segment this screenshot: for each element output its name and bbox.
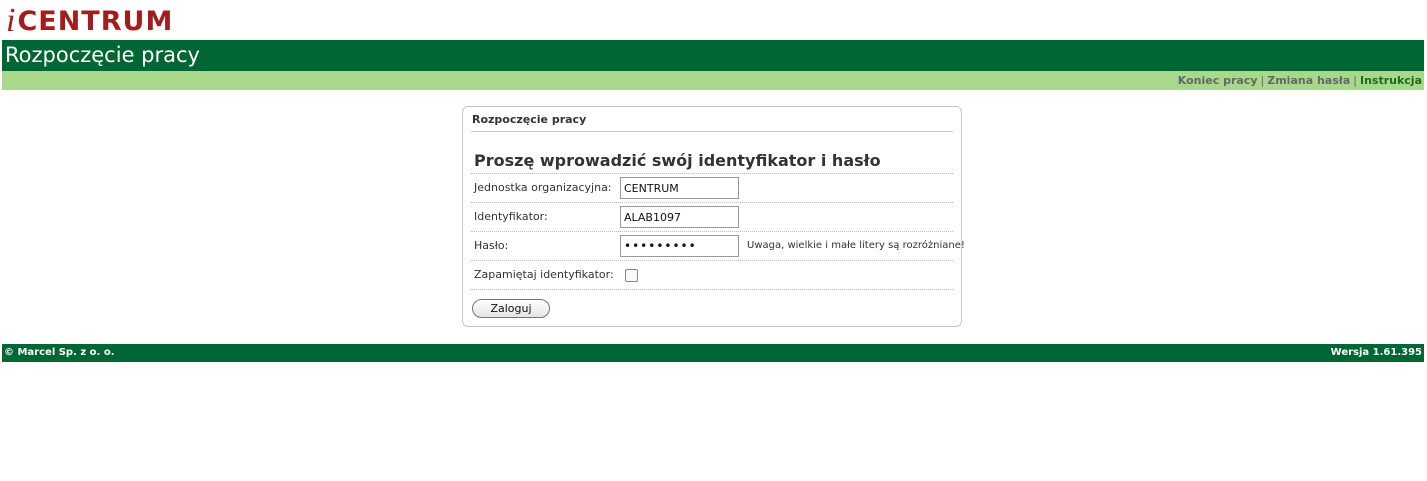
top-nav: Koniec pracy | Zmiana hasła | Instrukcja <box>2 71 1424 90</box>
nav-separator: | <box>1353 74 1357 87</box>
remember-row: Zapamiętaj identyfikator: <box>471 261 953 290</box>
id-input[interactable] <box>620 206 739 228</box>
login-panel: Rozpoczęcie pracy Proszę wprowadzić swój… <box>462 106 965 328</box>
unit-row: Jednostka organizacyjna: <box>471 174 953 203</box>
panel-title: Rozpoczęcie pracy <box>471 107 953 132</box>
button-row: Zaloguj <box>471 290 953 328</box>
logo-prefix: i <box>6 2 16 39</box>
copyright-text: © Marcel Sp. z o. o. <box>4 347 115 358</box>
page-title: Rozpoczęcie pracy <box>5 43 200 67</box>
unit-input[interactable] <box>620 177 739 199</box>
password-hint: Uwaga, wielkie i małe litery są rozróżni… <box>747 240 965 251</box>
page-title-bar: Rozpoczęcie pracy <box>2 40 1424 71</box>
id-row: Identyfikator: <box>471 203 953 232</box>
version-text: Wersja 1.61.395 <box>1330 347 1422 358</box>
change-password-link[interactable]: Zmiana hasła <box>1267 74 1350 87</box>
remember-checkbox[interactable] <box>625 269 638 282</box>
password-input[interactable] <box>620 235 739 257</box>
logout-link[interactable]: Koniec pracy <box>1178 74 1258 87</box>
nav-separator: | <box>1260 74 1265 87</box>
password-row: Hasło: Uwaga, wielkie i małe litery są r… <box>471 232 965 261</box>
footer-bar: © Marcel Sp. z o. o. Wersja 1.61.395 <box>2 344 1424 362</box>
app-logo: i CENTRUM <box>0 0 1427 40</box>
id-label: Identyfikator: <box>474 210 548 223</box>
login-heading: Proszę wprowadzić swój identyfikator i h… <box>471 132 953 174</box>
instructions-link[interactable]: Instrukcja <box>1360 74 1422 87</box>
unit-label: Jednostka organizacyjna: <box>474 181 612 194</box>
login-button[interactable]: Zaloguj <box>472 299 550 318</box>
logo-text: CENTRUM <box>17 6 174 37</box>
remember-label: Zapamiętaj identyfikator: <box>474 268 614 281</box>
password-label: Hasło: <box>474 239 509 252</box>
